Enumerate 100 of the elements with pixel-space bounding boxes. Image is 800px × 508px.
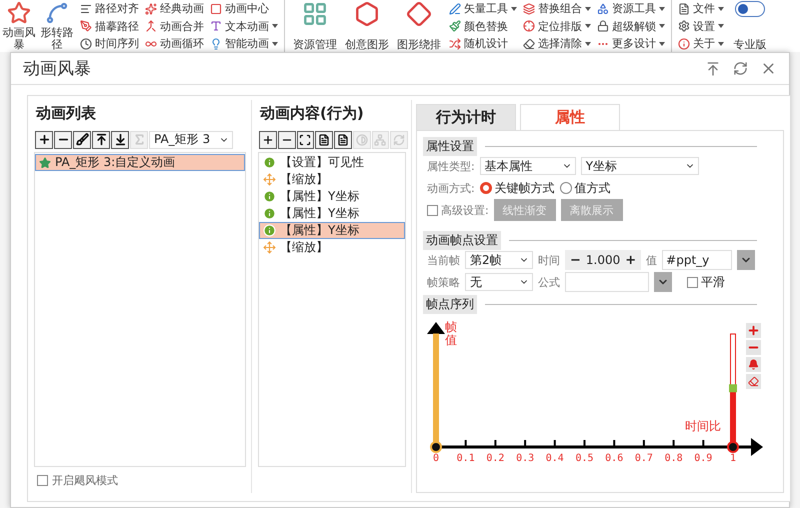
ribbon-button[interactable]: 文本动画 <box>210 18 278 34</box>
scan-button[interactable] <box>296 130 314 148</box>
list-item[interactable]: 【缩放】 <box>259 171 405 188</box>
diamond-icon <box>406 1 432 27</box>
plus-button[interactable] <box>35 130 53 148</box>
ribbon-button[interactable]: 选择清除 <box>523 36 591 51</box>
contrast-icon <box>356 134 368 146</box>
plus-button[interactable] <box>259 130 277 148</box>
pen-icon <box>449 2 461 14</box>
star-icon <box>7 1 31 25</box>
ribbon-button[interactable]: 经典动画 <box>145 1 204 16</box>
move-bottom-icon <box>114 133 126 146</box>
arrows-icon <box>263 241 276 254</box>
time-value[interactable]: 1.000 <box>586 253 620 267</box>
list-item[interactable]: 【属性】Y坐标 <box>259 222 405 239</box>
ribbon-button[interactable]: 设置 <box>678 18 724 34</box>
field-label: 时间 <box>538 252 560 268</box>
brush-icon <box>76 133 88 146</box>
bulb-icon <box>210 38 222 50</box>
ribbon-button[interactable]: 路径对齐 <box>80 1 139 16</box>
list-item[interactable]: PA_矩形 3:自定义动画 <box>35 154 245 171</box>
ribbon-button[interactable]: 定位排版 <box>523 18 591 34</box>
tick-label: 0.9 <box>694 453 712 464</box>
ribbon-button[interactable]: 描摹路径 <box>80 18 139 34</box>
ribbon-button[interactable]: 文件 <box>678 1 724 16</box>
list-item[interactable]: 【属性】Y坐标 <box>259 205 405 222</box>
ribbon-button[interactable]: 矢量工具 <box>449 1 517 16</box>
list-item[interactable]: 【属性】Y坐标 <box>259 188 405 205</box>
type-dropdown[interactable]: 基本属性 <box>480 157 576 175</box>
square-icon <box>210 2 222 14</box>
ribbon-button[interactable]: 颜色替换 <box>449 18 517 34</box>
bell-button[interactable] <box>746 357 761 372</box>
ribbon-button[interactable]: 超级解锁 <box>597 18 665 34</box>
document-icon <box>318 134 330 146</box>
info-icon <box>263 207 276 220</box>
keyframe-marker[interactable] <box>727 334 739 453</box>
ribbon-button[interactable]: 资源管理 <box>291 1 339 51</box>
minus-button[interactable] <box>278 130 296 148</box>
ribbon-button[interactable]: 关于 <box>678 36 724 51</box>
brush-button[interactable] <box>73 130 91 148</box>
storm-mode-checkbox[interactable]: 开启飓风模式 <box>32 467 248 493</box>
move-bottom-button[interactable] <box>111 130 129 148</box>
keyframe-marker[interactable] <box>430 334 442 453</box>
ribbon-button[interactable]: 智能动画 <box>210 36 278 51</box>
panel-heading: 动画列表 <box>34 103 97 124</box>
info-icon <box>678 38 690 50</box>
move-top-icon <box>94 133 108 146</box>
ribbon-button[interactable]: 动画循环 <box>145 36 204 51</box>
frame-dropdown[interactable]: 第2帧 <box>465 251 533 269</box>
ribbon-button[interactable]: 动画风暴 <box>2 1 36 51</box>
hexagon-icon <box>354 1 380 27</box>
move-top-button[interactable] <box>92 130 110 148</box>
ribbon-button[interactable]: 资源工具 <box>597 1 665 16</box>
ribbon-button[interactable]: 替换组合 <box>523 1 591 16</box>
target-dropdown[interactable]: PA_矩形 3 <box>149 130 233 148</box>
strategy-dropdown[interactable]: 无 <box>465 273 533 291</box>
ribbon-button[interactable]: 动画中心 <box>210 1 278 16</box>
smooth-checkbox[interactable]: 平滑 <box>687 274 725 290</box>
minus-button[interactable] <box>54 130 72 148</box>
radio-button[interactable]: 值方式 <box>560 180 611 196</box>
remove-button[interactable] <box>746 340 761 355</box>
toggle-label: 专业版 <box>734 39 766 51</box>
property-dropdown[interactable]: Y坐标 <box>580 157 699 175</box>
refresh-icon[interactable] <box>733 61 748 76</box>
file-icon <box>678 2 690 14</box>
radio-button[interactable]: 关键帧方式 <box>480 180 555 196</box>
ribbon-button[interactable]: 形转路径 <box>40 1 74 51</box>
clock-icon <box>80 38 92 50</box>
ribbon-button[interactable]: 动画合并 <box>145 18 204 34</box>
list-item[interactable]: 【缩放】 <box>259 239 405 256</box>
dropdown-button[interactable] <box>737 250 756 270</box>
value-field[interactable]: #ppt_y <box>662 250 732 270</box>
ribbon-button[interactable]: 创意图形 <box>343 1 391 51</box>
merge-icon <box>145 20 157 32</box>
list-item[interactable]: 【设置】可见性 <box>259 154 405 171</box>
formula-field[interactable] <box>565 272 649 292</box>
panel-heading: 动画内容(行为) <box>258 103 365 124</box>
info-icon <box>263 156 276 169</box>
document-button[interactable] <box>315 130 333 148</box>
refresh-icon <box>393 134 406 146</box>
axis-label: 时间比 <box>685 420 721 434</box>
tick-label: 0 <box>432 453 440 464</box>
axis-label: 帧值 <box>445 321 457 348</box>
lock-icon <box>597 20 609 32</box>
ribbon-button[interactable]: 时间序列 <box>80 36 139 51</box>
tab[interactable]: 属性 <box>520 104 620 130</box>
ribbon-button[interactable]: 图形绕排 <box>395 1 443 51</box>
add-button[interactable] <box>746 323 761 338</box>
ribbon-button[interactable]: 更多设计 <box>597 36 665 51</box>
star-icon <box>39 156 51 168</box>
align-icon <box>80 2 92 14</box>
ribbon-button[interactable]: 随机设计 <box>449 36 517 51</box>
document-button[interactable] <box>334 130 352 148</box>
advanced-checkbox[interactable]: 高级设置: <box>427 202 489 218</box>
eraser-button[interactable] <box>746 374 761 389</box>
tab[interactable]: 行为计时 <box>416 104 516 130</box>
tick-label: 0.1 <box>456 453 475 464</box>
tick-label: 0.8 <box>664 453 683 464</box>
toggle-switch[interactable] <box>735 1 765 17</box>
dropdown-button[interactable] <box>654 272 672 292</box>
